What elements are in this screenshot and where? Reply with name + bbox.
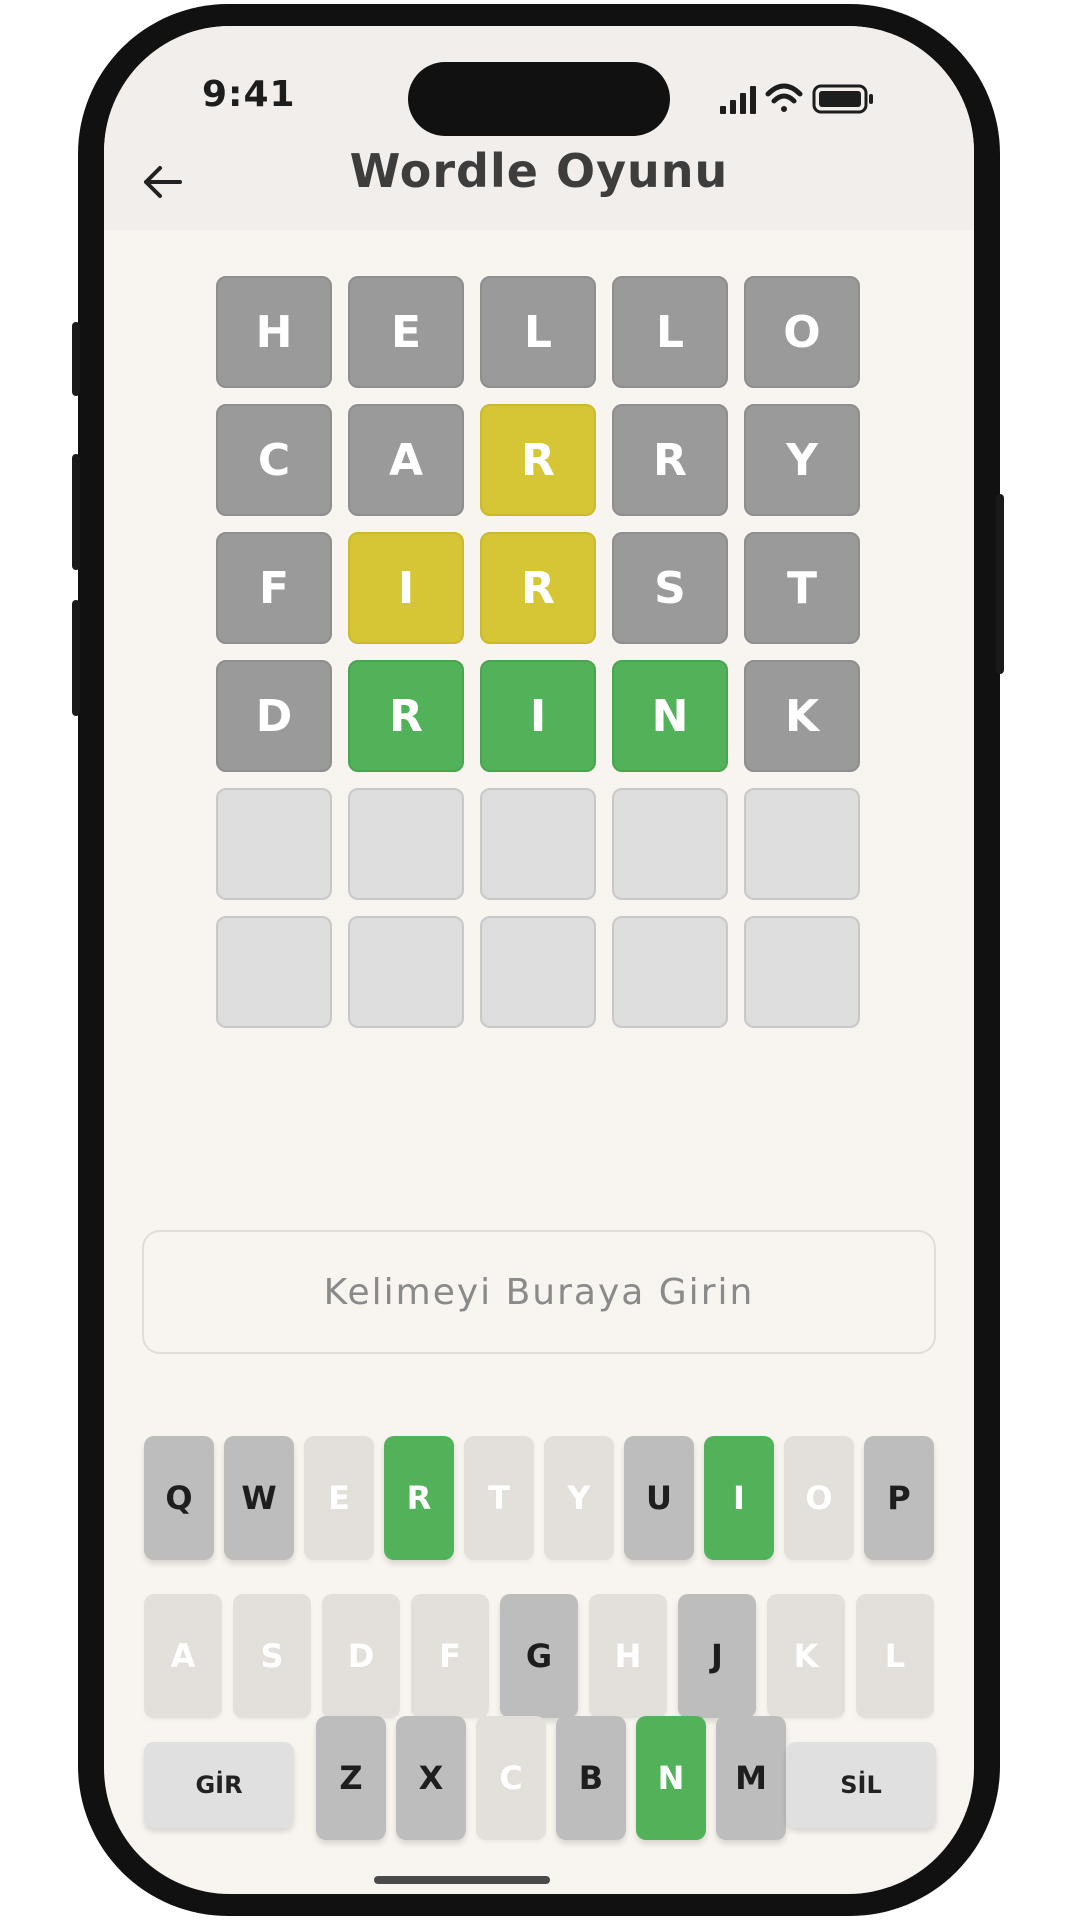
key-x[interactable]: X: [396, 1716, 466, 1840]
home-indicator: [374, 1876, 550, 1884]
grid-tile: I: [480, 660, 596, 772]
grid-tile: L: [480, 276, 596, 388]
key-delete[interactable]: SİL: [786, 1742, 936, 1828]
key-q[interactable]: Q: [144, 1436, 214, 1560]
grid-tile: [612, 788, 728, 900]
dynamic-island: [408, 62, 670, 136]
grid-tile: D: [216, 660, 332, 772]
grid-tile: [216, 788, 332, 900]
key-g[interactable]: G: [500, 1594, 578, 1718]
key-m[interactable]: M: [716, 1716, 786, 1840]
key-enter[interactable]: GİR: [144, 1742, 294, 1828]
key-a[interactable]: A: [144, 1594, 222, 1718]
grid-tile: F: [216, 532, 332, 644]
key-i[interactable]: I: [704, 1436, 774, 1560]
grid-tile: H: [216, 276, 332, 388]
key-r[interactable]: R: [384, 1436, 454, 1560]
status-icons: [720, 83, 873, 114]
word-input[interactable]: [144, 1270, 934, 1314]
key-t[interactable]: T: [464, 1436, 534, 1560]
grid-tile: [348, 788, 464, 900]
app-screen: 9:41 Wordle Oyunu HELLOCAR R Y F I R S T…: [104, 26, 974, 1894]
grid-tile: [348, 916, 464, 1028]
grid-tile: I: [348, 532, 464, 644]
grid-tile: [480, 788, 596, 900]
grid-tile: R: [480, 532, 596, 644]
key-b[interactable]: B: [556, 1716, 626, 1840]
key-o[interactable]: O: [784, 1436, 854, 1560]
grid-tile: N: [612, 660, 728, 772]
grid-tile: R: [348, 660, 464, 772]
battery-icon: [812, 84, 873, 114]
grid-tile: C: [216, 404, 332, 516]
grid-tile: [480, 916, 596, 1028]
key-u[interactable]: U: [624, 1436, 694, 1560]
volume-up-button: [72, 454, 80, 570]
key-d[interactable]: D: [322, 1594, 400, 1718]
signal-icon: [720, 86, 756, 114]
key-l[interactable]: L: [856, 1594, 934, 1718]
grid-tile: L: [612, 276, 728, 388]
key-w[interactable]: W: [224, 1436, 294, 1560]
word-input-container[interactable]: [142, 1230, 936, 1354]
key-n[interactable]: N: [636, 1716, 706, 1840]
key-z[interactable]: Z: [316, 1716, 386, 1840]
key-j[interactable]: J: [678, 1594, 756, 1718]
status-time: 9:41: [202, 74, 296, 115]
key-k[interactable]: K: [767, 1594, 845, 1718]
grid-tile: T: [744, 532, 860, 644]
grid-tile: R: [612, 404, 728, 516]
grid-tile: O: [744, 276, 860, 388]
key-c[interactable]: C: [476, 1716, 546, 1840]
grid-tile: [744, 788, 860, 900]
grid-tile: S: [612, 532, 728, 644]
grid-tile: A: [348, 404, 464, 516]
grid-tile: [216, 916, 332, 1028]
grid-tile: [744, 916, 860, 1028]
top-bar: 9:41 Wordle Oyunu: [104, 26, 974, 230]
page-title: Wordle Oyunu: [349, 144, 729, 198]
grid-tile: R: [480, 404, 596, 516]
key-p[interactable]: P: [864, 1436, 934, 1560]
silent-switch: [72, 322, 80, 396]
key-h[interactable]: H: [589, 1594, 667, 1718]
key-f[interactable]: F: [411, 1594, 489, 1718]
key-y[interactable]: Y: [544, 1436, 614, 1560]
power-button: [996, 494, 1004, 674]
volume-down-button: [72, 600, 80, 716]
key-s[interactable]: S: [233, 1594, 311, 1718]
grid-tile: E: [348, 276, 464, 388]
grid-tile: K: [744, 660, 860, 772]
wifi-icon: [765, 83, 803, 112]
key-e[interactable]: E: [304, 1436, 374, 1560]
grid-tile: Y: [744, 404, 860, 516]
grid-tile: [612, 916, 728, 1028]
